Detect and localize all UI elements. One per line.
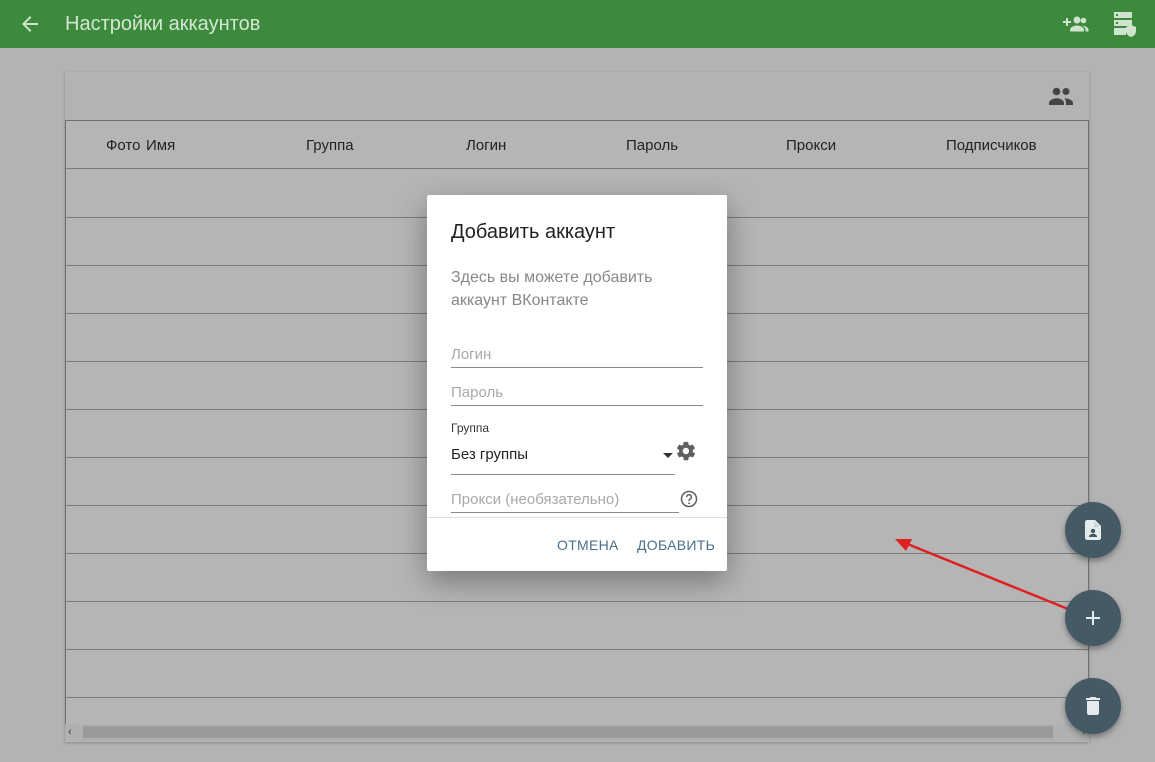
column-header-proxy[interactable]: Прокси <box>786 137 836 154</box>
add-account-dialog: Добавить аккаунт Здесь вы можете добавит… <box>427 195 727 571</box>
dropdown-caret-icon <box>663 453 673 458</box>
column-header-name[interactable]: Имя <box>146 137 175 154</box>
people-icon[interactable] <box>1048 86 1074 106</box>
card-toolbar <box>65 72 1089 121</box>
group-select[interactable]: Без группы <box>451 446 675 475</box>
import-file-button[interactable] <box>1065 502 1121 558</box>
password-field[interactable]: Пароль <box>451 384 703 406</box>
server-security-icon[interactable] <box>1112 10 1138 38</box>
scrollbar-thumb[interactable] <box>83 726 1053 738</box>
proxy-placeholder: Прокси (необязательно) <box>451 491 620 508</box>
table-row[interactable] <box>66 649 1088 698</box>
delete-fab[interactable] <box>1065 678 1121 734</box>
group-select-value: Без группы <box>451 446 529 463</box>
dialog-title: Добавить аккаунт <box>451 221 616 243</box>
scroll-left-icon[interactable]: ‹ <box>68 726 72 738</box>
dialog-actions-divider <box>427 517 727 518</box>
horizontal-scrollbar[interactable]: ‹ › <box>65 724 1089 741</box>
column-header-group[interactable]: Группа <box>306 137 354 154</box>
help-icon[interactable] <box>680 490 698 508</box>
column-header-login[interactable]: Логин <box>466 137 506 154</box>
app-bar: Настройки аккаунтов <box>0 0 1155 48</box>
table-row[interactable] <box>66 601 1088 650</box>
dialog-description: Здесь вы можете добавить аккаунт ВКонтак… <box>451 269 653 309</box>
trash-icon <box>1086 697 1100 715</box>
login-field[interactable]: Логин <box>451 346 703 368</box>
column-header-password[interactable]: Пароль <box>626 137 678 154</box>
column-header-subscribers[interactable]: Подписчиков <box>946 137 1037 154</box>
plus-icon <box>1086 611 1100 625</box>
add-account-icon[interactable] <box>1062 12 1090 36</box>
password-placeholder: Пароль <box>451 384 504 401</box>
page-title: Настройки аккаунтов <box>65 13 261 35</box>
group-label: Группа <box>451 421 490 435</box>
table-header: Фото Имя Группа Логин Пароль Прокси Подп… <box>66 120 1088 169</box>
file-account-icon <box>1085 520 1101 540</box>
add-account-fab[interactable] <box>1065 590 1121 646</box>
gear-icon[interactable] <box>675 440 697 462</box>
add-button[interactable]: ДОБАВИТЬ <box>637 537 715 553</box>
cancel-button[interactable]: ОТМЕНА <box>557 537 619 553</box>
column-header-photo[interactable]: Фото <box>106 137 140 154</box>
proxy-field[interactable]: Прокси (необязательно) <box>451 491 679 513</box>
arrow-back-icon[interactable] <box>18 12 42 36</box>
login-placeholder: Логин <box>451 346 492 363</box>
